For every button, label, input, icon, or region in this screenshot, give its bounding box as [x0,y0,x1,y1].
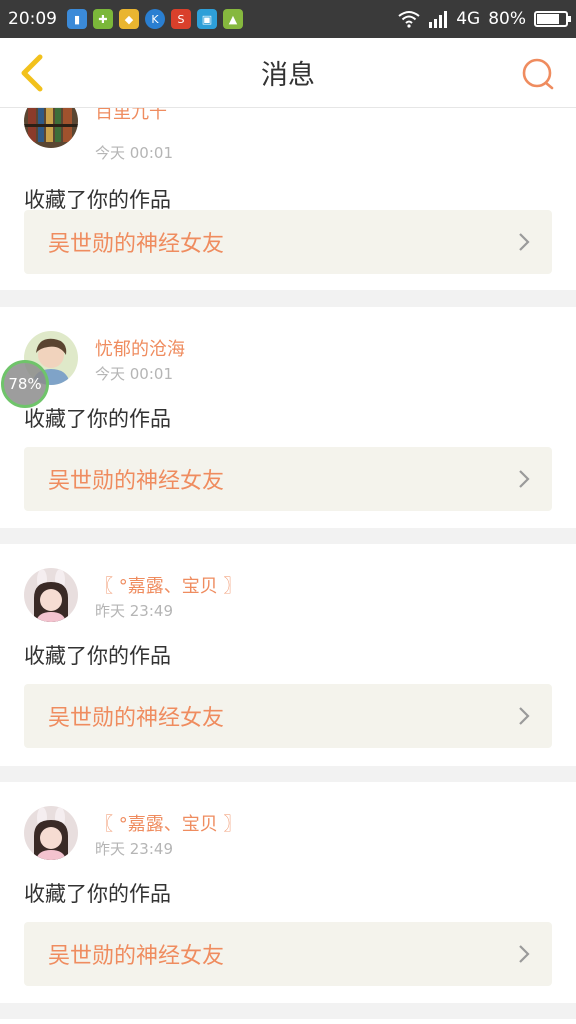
notification-icon: ▮ [67,9,87,29]
message-card: 〖 °嘉露、宝贝 〗 昨天 23:49 收藏了你的作品 吴世勋的神经女友 [0,782,576,1003]
work-title: 吴世勋的神经女友 [48,706,225,731]
work-link[interactable]: 吴世勋的神经女友 [24,684,552,748]
chevron-right-icon [519,233,530,251]
message-card: 〖 °嘉露、宝贝 〗 昨天 23:49 收藏了你的作品 吴世勋的神经女友 [0,544,576,766]
user-avatar[interactable] [24,568,78,622]
action-text: 收藏了你的作品 [24,882,171,906]
game-icon: ✚ [93,9,113,29]
page-title: 消息 [261,60,315,91]
store-icon: ◆ [119,9,139,29]
wifi-icon [398,11,420,28]
message-list[interactable]: 百里九千 今天 00:01 收藏了你的作品 吴世勋的神经女友 忧郁的沧海 今天 … [0,108,576,1024]
work-title: 吴世勋的神经女友 [48,232,225,257]
message-card [0,1019,576,1024]
user-avatar[interactable] [24,806,78,860]
chevron-right-icon [519,470,530,488]
scan-icon: ▣ [197,9,217,29]
action-text: 收藏了你的作品 [24,644,171,668]
work-link[interactable]: 吴世勋的神经女友 [24,210,552,274]
message-card: 忧郁的沧海 今天 00:01 收藏了你的作品 吴世勋的神经女友 [0,307,576,528]
message-card: 百里九千 今天 00:01 收藏了你的作品 吴世勋的神经女友 [0,108,576,290]
work-title: 吴世勋的神经女友 [48,944,225,969]
signal-icon [429,11,448,28]
message-time: 昨天 23:49 [95,602,173,620]
battery-icon [534,11,571,27]
username[interactable]: 忧郁的沧海 [95,335,185,361]
android-icon: ▲ [223,9,243,29]
username[interactable]: 〖 °嘉露、宝贝 〗 [95,572,241,598]
nav-bar: 消息 [0,38,576,108]
s-app-icon: S [171,9,191,29]
message-time: 昨天 23:49 [95,840,173,858]
status-time: 20:09 [8,9,57,29]
action-text: 收藏了你的作品 [24,407,171,431]
user-avatar[interactable] [24,108,78,148]
floating-memory-badge[interactable]: 78% [1,360,49,408]
search-icon[interactable] [520,56,556,92]
message-time: 今天 00:01 [95,144,173,162]
chevron-right-icon [519,707,530,725]
work-link[interactable]: 吴世勋的神经女友 [24,922,552,986]
status-right: 4G 80% [398,9,571,29]
back-button[interactable] [14,52,54,94]
username[interactable]: 百里九千 [95,108,167,124]
battery-percent: 80% [488,9,526,29]
work-link[interactable]: 吴世勋的神经女友 [24,447,552,511]
status-bar: 20:09 ▮ ✚ ◆ K S ▣ ▲ 4G 80% [0,0,576,38]
chevron-right-icon [519,945,530,963]
work-title: 吴世勋的神经女友 [48,469,225,494]
username[interactable]: 〖 °嘉露、宝贝 〗 [95,810,241,836]
message-time: 今天 00:01 [95,365,173,383]
k-app-icon: K [145,9,165,29]
network-type: 4G [456,9,481,29]
